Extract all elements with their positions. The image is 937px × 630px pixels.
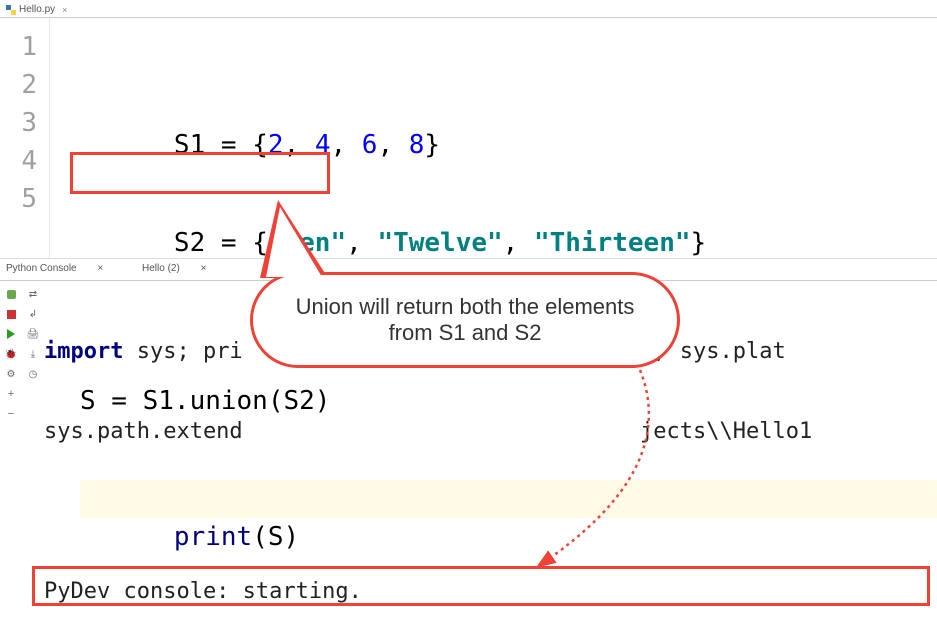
remove-icon[interactable]: − [4, 407, 18, 421]
console-line: PyDev console: starting. [44, 577, 937, 607]
rerun-icon[interactable] [4, 287, 18, 301]
scroll-icon[interactable]: ⤓ [26, 347, 40, 361]
stop-icon[interactable] [4, 307, 18, 321]
line-number: 3 [0, 104, 37, 142]
editor-file-tab-label: Hello.py [19, 4, 55, 15]
clock-icon[interactable]: ◷ [26, 367, 40, 381]
print-icon[interactable]: 🖨 [26, 327, 40, 341]
code-line-active: print(S) [80, 480, 937, 518]
add-icon[interactable]: + [4, 387, 18, 401]
line-number: 5 [0, 180, 37, 218]
line-number: 1 [0, 28, 37, 66]
line-number: 2 [0, 66, 37, 104]
code-line: S1 = {2, 4, 6, 8} [80, 88, 937, 126]
run-icon[interactable] [4, 327, 18, 341]
attach-icon[interactable]: ⇄ [26, 287, 40, 301]
code-area[interactable]: S1 = {2, 4, 6, 8} S2 = {"Ten", "Twelve",… [50, 18, 937, 258]
console-line: sys.path.extend jects\\Hello1 [44, 417, 937, 447]
settings-icon[interactable]: ⚙ [4, 367, 18, 381]
wrap-icon[interactable]: ↲ [26, 307, 40, 321]
close-icon[interactable]: × [201, 263, 207, 274]
debug-icon[interactable]: 🐞 [4, 347, 18, 361]
callout-text: Union will return both the elements from… [283, 294, 647, 346]
console-toolbar-left: 🐞 ⚙ + − [0, 281, 22, 611]
console-toolbar-right: ⇄ ↲ 🖨 ⤓ ◷ [22, 281, 44, 611]
editor-file-tab[interactable]: Hello.py × [0, 0, 937, 18]
code-editor[interactable]: 1 2 3 4 5 S1 = {2, 4, 6, 8} S2 = {"Ten",… [0, 18, 937, 258]
tab-run[interactable]: Hello (2) × [142, 263, 224, 274]
close-icon[interactable]: × [62, 5, 67, 15]
code-line: S2 = {"Ten", "Twelve", "Thirteen"} [80, 186, 937, 224]
python-file-icon [6, 5, 16, 15]
annotation-callout: Union will return both the elements from… [250, 272, 680, 368]
code-line: S = S1.union(S2) [80, 382, 937, 420]
editor-gutter: 1 2 3 4 5 [0, 18, 50, 258]
callout-tail-fill [266, 207, 322, 277]
line-number: 4 [0, 142, 37, 180]
